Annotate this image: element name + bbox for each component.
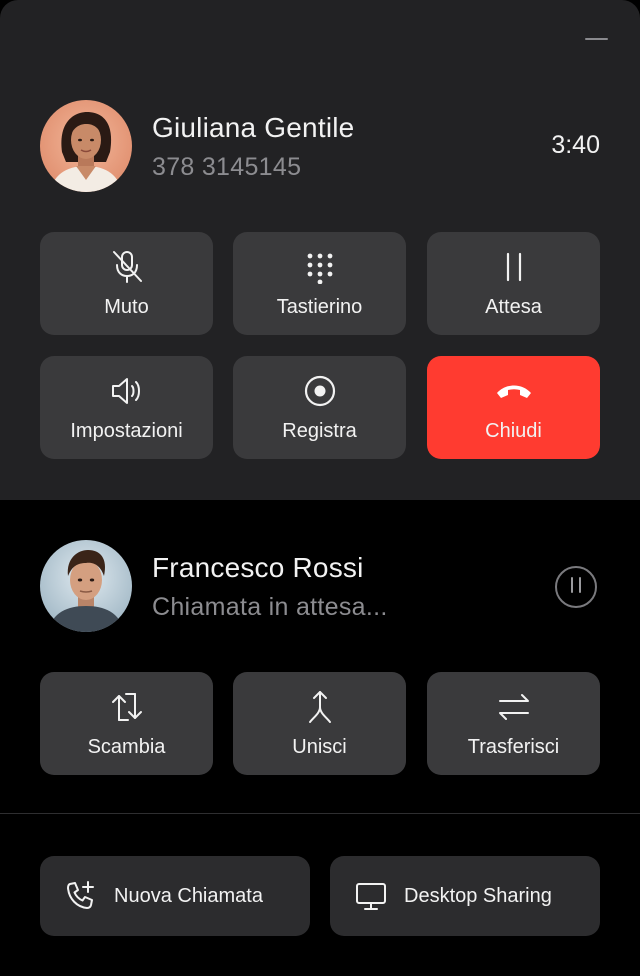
transfer-button[interactable]: Trasferisci	[427, 672, 600, 775]
phone-add-icon	[64, 879, 98, 913]
swap-button[interactable]: Scambia	[40, 672, 213, 775]
merge-icon	[300, 689, 340, 725]
new-call-label: Nuova Chiamata	[114, 884, 263, 907]
new-call-button[interactable]: Nuova Chiamata	[40, 856, 310, 936]
monitor-icon	[354, 879, 388, 913]
call-window: Giuliana Gentile 378 3145145 3:40 Muto T…	[0, 0, 640, 976]
mic-off-icon	[107, 249, 147, 285]
keypad-label: Tastierino	[276, 296, 363, 318]
swap-label: Scambia	[87, 736, 166, 758]
transfer-icon	[494, 689, 534, 725]
hold-label: Attesa	[485, 296, 542, 318]
record-button[interactable]: Registra	[233, 356, 406, 459]
caller-name: Giuliana Gentile	[152, 112, 355, 143]
mute-button[interactable]: Muto	[40, 232, 213, 335]
pause-icon	[494, 249, 534, 285]
settings-label: Impostazioni	[70, 420, 183, 442]
transfer-label: Trasferisci	[467, 736, 560, 758]
divider	[0, 813, 640, 814]
keypad-icon	[300, 249, 340, 285]
record-icon	[300, 373, 340, 409]
hangup-button[interactable]: Chiudi	[427, 356, 600, 459]
pause-icon	[568, 576, 584, 599]
held-caller-name: Francesco Rossi	[152, 552, 364, 583]
avatar	[40, 540, 132, 632]
swap-icon	[107, 689, 147, 725]
desktop-sharing-button[interactable]: Desktop Sharing	[330, 856, 600, 936]
avatar	[40, 100, 132, 192]
desktop-sharing-label: Desktop Sharing	[404, 884, 552, 907]
held-call-status: Chiamata in attesa...	[152, 593, 388, 621]
held-pause-indicator[interactable]	[555, 566, 597, 608]
speaker-icon	[107, 373, 147, 409]
merge-label: Unisci	[292, 736, 347, 758]
merge-button[interactable]: Unisci	[233, 672, 406, 775]
minimize-button[interactable]	[585, 38, 608, 40]
active-call-panel: Giuliana Gentile 378 3145145 3:40 Muto T…	[0, 0, 640, 500]
mute-label: Muto	[104, 296, 149, 318]
record-label: Registra	[282, 420, 357, 442]
phone-hangup-icon	[494, 373, 534, 409]
call-timer: 3:40	[551, 131, 600, 159]
hold-button[interactable]: Attesa	[427, 232, 600, 335]
keypad-button[interactable]: Tastierino	[233, 232, 406, 335]
settings-button[interactable]: Impostazioni	[40, 356, 213, 459]
hangup-label: Chiudi	[485, 420, 542, 442]
caller-number: 378 3145145	[152, 153, 302, 181]
